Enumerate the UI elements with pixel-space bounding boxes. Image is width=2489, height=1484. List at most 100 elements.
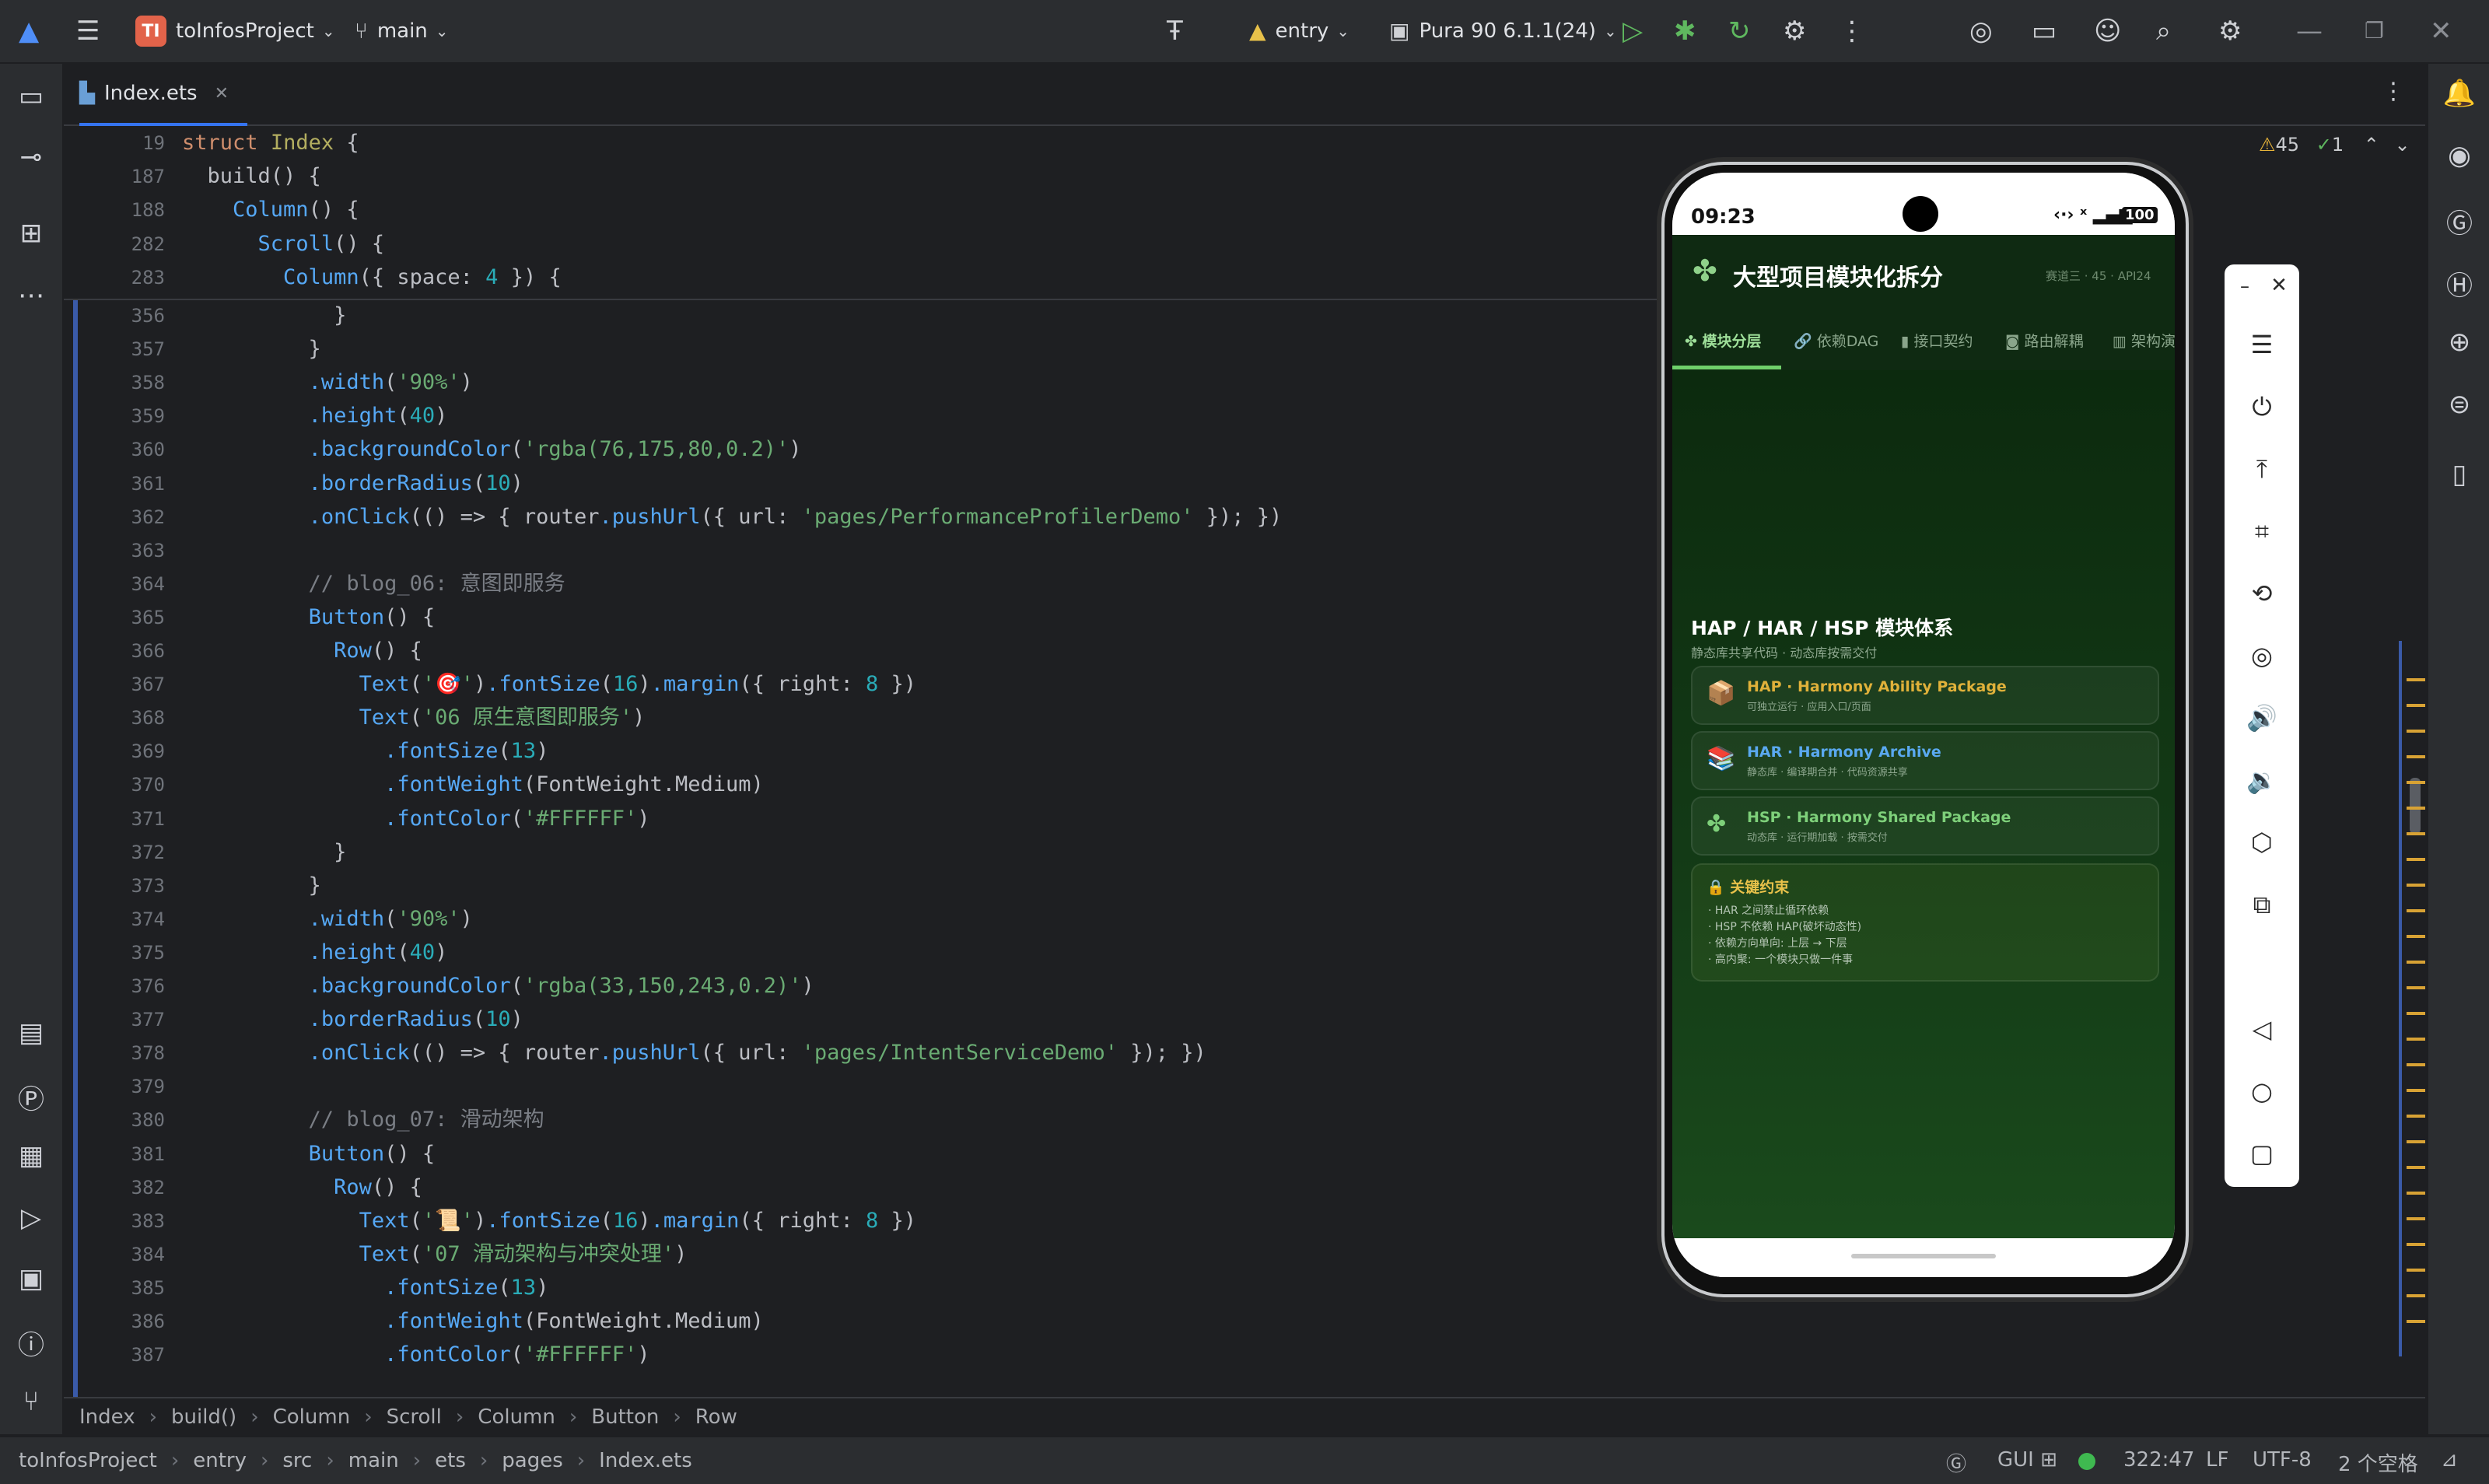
debug-icon[interactable]: ✱ xyxy=(1674,0,1696,62)
caret-position[interactable]: 322:47 xyxy=(2123,1448,2194,1472)
close-icon[interactable]: ✕ xyxy=(2430,0,2452,62)
harmony-icon[interactable]: Ⓗ xyxy=(2428,264,2489,303)
target-icon[interactable]: ◎ xyxy=(1969,0,1993,62)
multi-screen-icon[interactable]: ⧉ xyxy=(2225,890,2299,920)
minimize-icon[interactable]: — xyxy=(2296,0,2323,62)
attach-debugger-icon[interactable]: ⚙ xyxy=(1783,0,1806,62)
code-line[interactable]: 363 xyxy=(64,534,1697,568)
app-tab-dag[interactable]: 🔗 依赖DAG xyxy=(1794,313,1878,370)
breadcrumb-item[interactable]: Index xyxy=(79,1405,135,1429)
code-line[interactable]: 372 } xyxy=(64,835,1697,870)
assistant-icon[interactable]: ⊕ xyxy=(2428,327,2489,358)
commit-icon[interactable]: ⊸ xyxy=(0,142,62,173)
path-item[interactable]: main xyxy=(348,1449,399,1472)
search-icon[interactable]: ⌕ xyxy=(2156,0,2171,62)
sticky-line[interactable]: 283 Column({ space: 4 }) { xyxy=(64,261,1697,295)
project-selector[interactable]: TI toInfosProject ⌄ xyxy=(135,0,335,62)
breadcrumb-item[interactable]: Button xyxy=(591,1405,659,1429)
code-line[interactable]: 379 xyxy=(64,1069,1697,1104)
preview-icon[interactable]: ◉ xyxy=(2428,140,2489,171)
code-line[interactable]: 384 Text('07 滑动架构与冲突处理') xyxy=(64,1237,1697,1272)
settings-icon[interactable]: ⚙ xyxy=(2218,0,2242,62)
file-encoding[interactable]: UTF-8 xyxy=(2253,1448,2312,1472)
scrollbar-thumb[interactable] xyxy=(2410,778,2421,834)
main-menu-icon[interactable]: ☰ xyxy=(76,0,100,62)
volume-down-icon[interactable]: 🔉 xyxy=(2225,765,2299,795)
menu-icon[interactable]: ☰ xyxy=(2225,330,2299,359)
code-line[interactable]: 377 .borderRadius(10) xyxy=(64,1003,1697,1037)
code-line[interactable]: 380 // blog_07: 滑动架构 xyxy=(64,1103,1697,1137)
power-icon[interactable]: ⏻ xyxy=(2225,392,2299,422)
services-icon[interactable]: ▷ xyxy=(0,1202,62,1234)
code-line[interactable]: 378 .onClick(() => { router.pushUrl({ ur… xyxy=(64,1036,1697,1070)
code-line[interactable]: 371 .fontColor('#FFFFFF') xyxy=(64,802,1697,836)
code-line[interactable]: 370 .fontWeight(FontWeight.Medium) xyxy=(64,768,1697,802)
scrollbar-track[interactable] xyxy=(2399,641,2402,1356)
run-config-selector[interactable]: ▲ entry ⌄ xyxy=(1249,0,1350,62)
code-line[interactable]: 364 // blog_06: 意图即服务 xyxy=(64,567,1697,601)
app-tab-layers[interactable]: ✤ 模块分层 xyxy=(1685,313,1762,370)
close-icon[interactable]: ✕ xyxy=(2242,274,2316,297)
notifications-icon[interactable]: 🔔 xyxy=(2428,78,2489,109)
code-line[interactable]: 357 } xyxy=(64,332,1697,366)
code-line[interactable]: 383 Text('📜').fontSize(16).margin({ righ… xyxy=(64,1204,1697,1238)
code-line[interactable]: 366 Row() { xyxy=(64,634,1697,668)
typography-icon[interactable]: Ŧ xyxy=(1167,0,1183,62)
restore-icon[interactable]: ❐ xyxy=(2365,0,2384,62)
crop-icon[interactable]: ⌗ xyxy=(2225,516,2299,547)
home-icon[interactable]: ○ xyxy=(2225,1076,2299,1106)
folder-icon[interactable]: ▭ xyxy=(2032,0,2057,62)
problems-icon[interactable]: ⓘ xyxy=(0,1324,62,1362)
run-icon[interactable]: ▷ xyxy=(1623,0,1643,62)
close-tab-icon[interactable]: ✕ xyxy=(215,84,229,103)
project-folder-icon[interactable]: ▭ xyxy=(0,81,62,112)
module-card-hsp[interactable]: ✤ HSP · Harmony Shared Package 动态库 · 运行期… xyxy=(1691,796,2159,856)
code-line[interactable]: 386 .fontWeight(FontWeight.Medium) xyxy=(64,1304,1697,1339)
code-line[interactable]: 361 .borderRadius(10) xyxy=(64,467,1697,501)
inspection-widget[interactable]: ⚠45 ✓1 ⌃ ⌄ xyxy=(2259,134,2410,156)
gui-indicator[interactable]: GUI ⊞ xyxy=(1997,1448,2057,1472)
breadcrumb-item[interactable]: build() xyxy=(171,1405,236,1429)
code-line[interactable]: 358 .width('90%') xyxy=(64,366,1697,400)
screenshot-icon[interactable]: ◎ xyxy=(2225,641,2299,670)
volume-up-icon[interactable]: 🔊 xyxy=(2225,703,2299,733)
path-item[interactable]: pages xyxy=(502,1449,562,1472)
app-tab-arch[interactable]: ▥ 架构演 xyxy=(2113,313,2175,370)
more-actions-icon[interactable]: ⋮ xyxy=(1839,0,1865,62)
apply-changes-icon[interactable]: ↻ xyxy=(1728,0,1751,62)
code-line[interactable]: 360 .backgroundColor('rgba(76,175,80,0.2… xyxy=(64,432,1697,467)
shake-icon[interactable]: ⬡ xyxy=(2225,828,2299,857)
module-card-hap[interactable]: 📦 HAP · Harmony Ability Package 可独立运行 · … xyxy=(1691,666,2159,725)
code-line[interactable]: 367 Text('🎯').fontSize(16).margin({ righ… xyxy=(64,667,1697,702)
sticky-line[interactable]: 282 Scroll() { xyxy=(64,227,1697,261)
module-card-har[interactable]: 📚 HAR · Harmony Archive 静态库 · 编译期合并 · 代码… xyxy=(1691,731,2159,790)
path-item[interactable]: ets xyxy=(435,1449,466,1472)
path-item[interactable]: toInfosProject xyxy=(19,1449,157,1472)
chevron-up-icon[interactable]: ⌃ xyxy=(2364,134,2379,156)
code-line[interactable]: 385 .fontSize(13) xyxy=(64,1271,1697,1305)
codegenie-icon[interactable]: Ⓖ xyxy=(1946,1448,1966,1477)
tab-index-ets[interactable]: ▙ Index.ets ✕ xyxy=(79,64,248,126)
code-line[interactable]: 376 .backgroundColor('rgba(33,150,243,0.… xyxy=(64,969,1697,1003)
phone-screen[interactable]: 09:23 ‹·› ˣ ▂▄▆ 100 ✤ 大型项目模块化拆分 赛道三 · 45… xyxy=(1672,173,2175,1277)
path-item[interactable]: src xyxy=(282,1449,312,1472)
device-selector[interactable]: ▣ Pura 90 6.1.1(24) ⌄ xyxy=(1389,0,1617,62)
code-line[interactable]: 375 .height(40) xyxy=(64,936,1697,970)
rotate-icon[interactable]: ⟲ xyxy=(2225,579,2299,608)
breadcrumb-item[interactable]: Scroll xyxy=(387,1405,442,1429)
sticky-line[interactable]: 188 Column() { xyxy=(64,193,1697,227)
structure-icon[interactable]: ⊞ xyxy=(0,218,62,249)
line-separator[interactable]: LF xyxy=(2206,1448,2228,1472)
breadcrumb-item[interactable]: Row xyxy=(695,1405,737,1429)
app-logo-icon[interactable]: ▲ xyxy=(19,0,39,62)
code-line[interactable]: 369 .fontSize(13) xyxy=(64,734,1697,768)
codegenie-icon[interactable]: Ⓖ xyxy=(2428,202,2489,240)
path-item[interactable]: entry xyxy=(193,1449,247,1472)
emulator-icon[interactable]: ▯ xyxy=(2428,459,2489,490)
back-icon[interactable]: ◁ xyxy=(2225,1014,2299,1044)
chevron-down-icon[interactable]: ⌄ xyxy=(2394,134,2410,156)
code-line[interactable]: 373 } xyxy=(64,869,1697,903)
tab-options-icon[interactable]: ⋮ xyxy=(2382,78,2405,105)
branch-selector[interactable]: ⑂ main ⌄ xyxy=(355,0,449,62)
recents-icon[interactable]: ▢ xyxy=(2225,1139,2299,1168)
